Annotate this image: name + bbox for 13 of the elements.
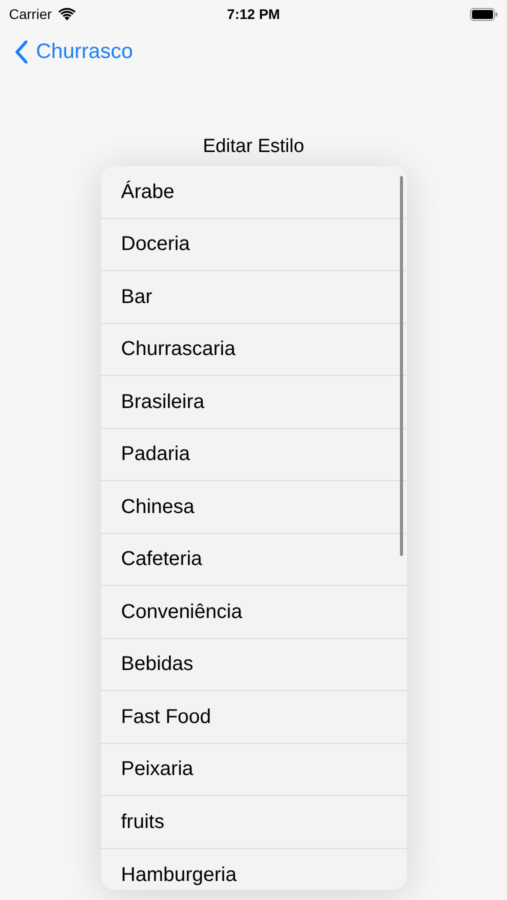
page-title: Editar Estilo	[202, 136, 304, 158]
menu-item[interactable]: Bebidas	[101, 638, 407, 691]
menu-item[interactable]: Peixaria	[101, 744, 407, 796]
wifi-icon	[58, 8, 76, 20]
battery-icon	[470, 8, 498, 20]
menu-item[interactable]: Conveniência	[101, 586, 407, 638]
menu-item[interactable]: Hamburgeria	[101, 848, 407, 890]
back-button[interactable]: Churrasco	[14, 36, 133, 68]
menu-item[interactable]: fruits	[101, 796, 407, 848]
carrier-label: Carrier	[9, 4, 52, 24]
menu-item[interactable]: Fast Food	[101, 691, 407, 744]
chevron-left-icon	[14, 40, 28, 64]
clock-time: 7:12 PM	[227, 4, 280, 24]
